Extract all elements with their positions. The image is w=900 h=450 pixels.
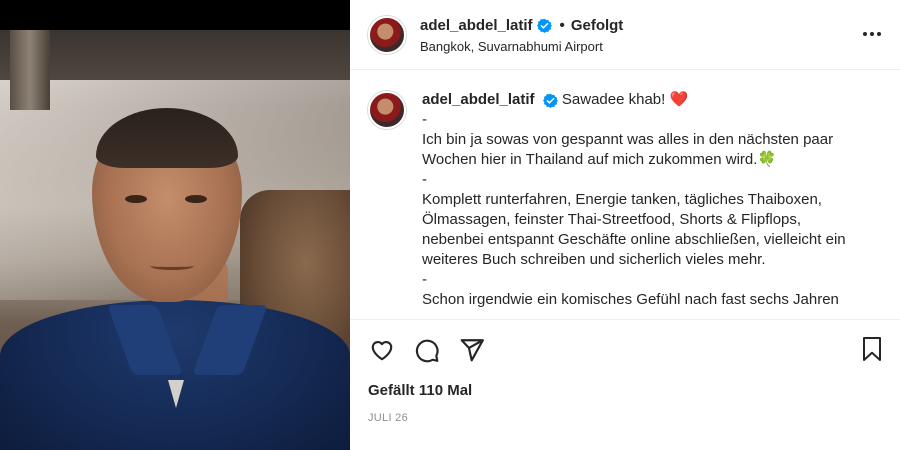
bookmark-icon bbox=[863, 337, 881, 361]
follow-state-button[interactable]: Gefolgt bbox=[571, 17, 624, 34]
caption-first-line: adel_abdel_latif Sawadee khab! ❤️ bbox=[422, 90, 862, 110]
comment-icon bbox=[415, 339, 439, 363]
caption-line: Schon irgendwie ein komisches Gefühl nac… bbox=[422, 291, 839, 308]
verified-icon bbox=[536, 18, 552, 33]
likes-count[interactable]: Gefällt 110 Mal bbox=[368, 382, 472, 399]
verified-icon bbox=[542, 93, 558, 108]
more-icon bbox=[863, 32, 867, 36]
caption-avatar[interactable] bbox=[368, 91, 406, 129]
share-icon bbox=[460, 339, 484, 362]
more-icon-dot bbox=[870, 32, 874, 36]
more-options-button[interactable] bbox=[858, 22, 886, 46]
caption-line: nebenbei entspannt Geschäfte online absc… bbox=[422, 231, 846, 248]
photo-eye-left bbox=[125, 195, 147, 203]
photo-eye-right bbox=[185, 195, 207, 203]
header-separator: • bbox=[559, 17, 565, 34]
photo-letterbox bbox=[0, 0, 350, 30]
heart-emoji: ❤️ bbox=[669, 91, 689, 108]
post-header: adel_abdel_latif • Gefolgt Bangkok, Suva… bbox=[350, 0, 900, 70]
caption-username[interactable]: adel_abdel_latif bbox=[422, 91, 535, 108]
caption-line: Ölmassagen, feinster Thai-Streetfood, Sh… bbox=[422, 211, 802, 228]
caption-area: adel_abdel_latif Sawadee khab! ❤️ - Ich … bbox=[350, 70, 900, 320]
caption-line: Wochen hier in Thailand auf mich zukomme… bbox=[422, 150, 862, 170]
save-button[interactable] bbox=[860, 336, 886, 364]
heart-icon bbox=[371, 341, 393, 361]
author-avatar[interactable] bbox=[368, 15, 406, 54]
post-photo[interactable] bbox=[0, 0, 350, 450]
author-info: adel_abdel_latif • Gefolgt Bangkok, Suva… bbox=[420, 16, 623, 54]
caption-line: - bbox=[422, 271, 427, 288]
photo-mouth bbox=[150, 262, 194, 270]
caption-body: adel_abdel_latif Sawadee khab! ❤️ - Ich … bbox=[422, 90, 862, 319]
caption-line-text: Wochen hier in Thailand auf mich zukomme… bbox=[422, 151, 758, 168]
post-location[interactable]: Bangkok, Suvarnabhumi Airport bbox=[420, 39, 623, 54]
share-button[interactable] bbox=[458, 336, 486, 364]
more-icon-dot bbox=[877, 32, 881, 36]
caption-line: Ich bin ja sowas von gespannt was alles … bbox=[422, 131, 834, 148]
caption-greeting: Sawadee khab! bbox=[561, 91, 666, 108]
clover-emoji: 🍀 bbox=[757, 151, 777, 168]
comment-button[interactable] bbox=[413, 336, 441, 364]
post-details: adel_abdel_latif • Gefolgt Bangkok, Suva… bbox=[350, 0, 900, 450]
caption-line: - bbox=[422, 171, 427, 188]
like-button[interactable] bbox=[368, 336, 396, 364]
author-username[interactable]: adel_abdel_latif bbox=[420, 17, 533, 34]
post-date[interactable]: JULI 26 bbox=[368, 412, 408, 424]
photo-pillar bbox=[10, 30, 50, 110]
caption-line: - bbox=[422, 111, 427, 128]
action-bar bbox=[350, 320, 900, 380]
photo-shirt bbox=[0, 300, 350, 450]
caption-line: Komplett runterfahren, Energie tanken, t… bbox=[422, 191, 822, 208]
caption-line: weiteres Buch schreiben und sicherlich v… bbox=[422, 251, 766, 268]
